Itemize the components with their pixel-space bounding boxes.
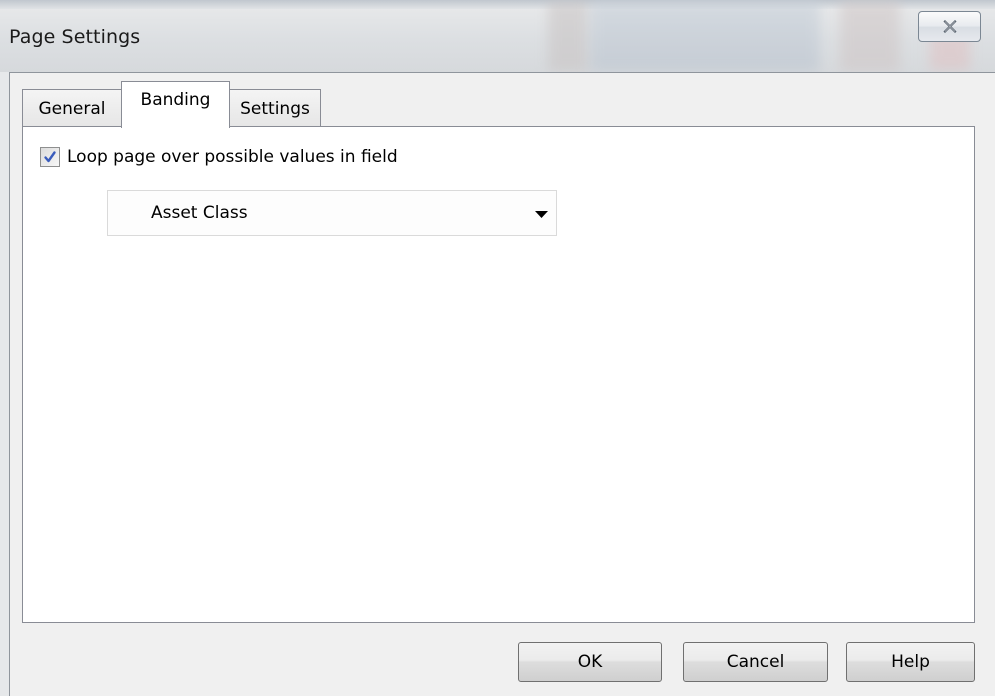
help-button[interactable]: Help [846,642,975,682]
tab-banding[interactable]: Banding [121,81,230,128]
title-bar-glass [548,0,588,72]
field-select-value: Asset Class [151,203,248,223]
close-icon [942,20,957,33]
title-bar-glass [840,0,900,72]
dialog-title: Page Settings [9,26,141,48]
ok-button[interactable]: OK [518,642,662,682]
cancel-button[interactable]: Cancel [683,642,828,682]
close-button[interactable] [918,11,981,42]
title-bar[interactable]: Page Settings [0,0,995,72]
check-mark-icon [44,151,56,163]
tab-banding-label: Banding [140,90,211,110]
tab-settings[interactable]: Settings [230,89,321,127]
tab-general[interactable]: General [22,89,121,127]
tab-settings-label: Settings [240,98,310,119]
loop-page-checkbox-label: Loop page over possible values in field [67,147,398,167]
tab-general-label: General [38,98,106,119]
loop-page-checkbox-row[interactable]: Loop page over possible values in field [40,144,398,170]
loop-page-checkbox[interactable] [40,147,60,167]
title-bar-glass [590,0,820,72]
dropdown-arrow-icon [535,211,548,218]
page-settings-dialog: Page Settings General Banding Settings L… [0,0,995,696]
field-select[interactable]: Asset Class [107,190,557,236]
window-frame [0,72,9,696]
